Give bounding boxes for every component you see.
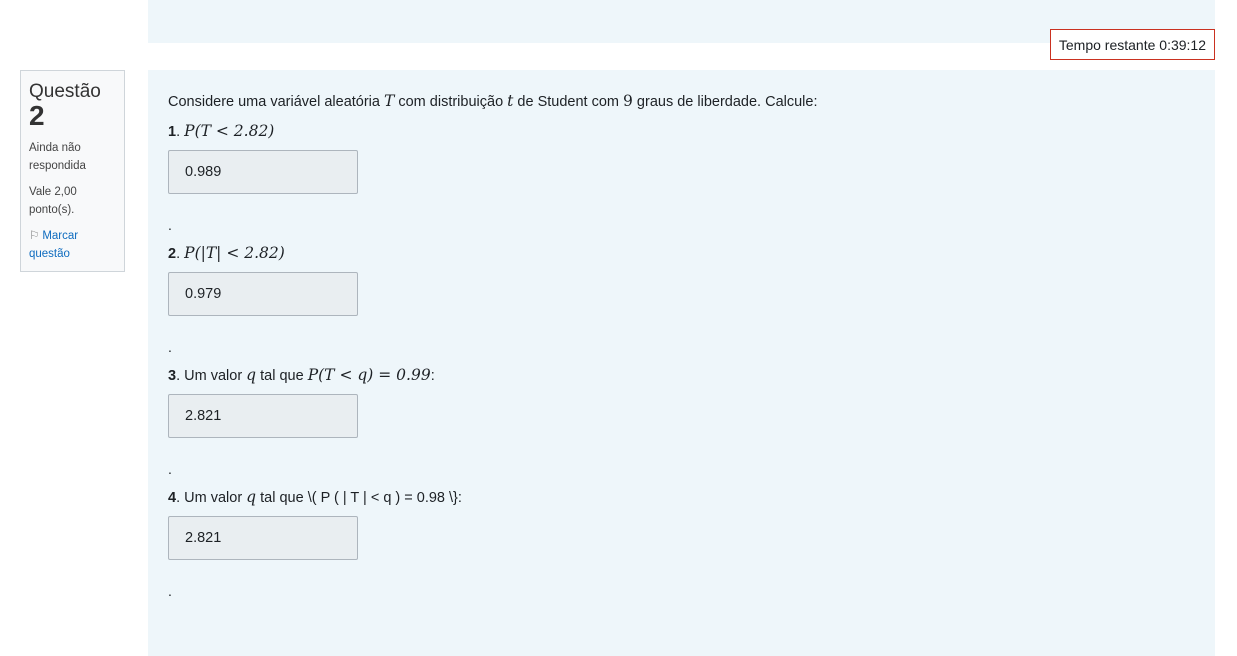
separator: . xyxy=(176,246,185,262)
answer-field-3[interactable]: 2.821 xyxy=(168,394,358,438)
intro-degrees: 9 xyxy=(623,92,633,110)
subquestion-1: 1. P(T < 2.82) xyxy=(168,121,274,142)
answer-field-1[interactable]: 0.989 xyxy=(168,150,358,194)
period: . xyxy=(168,461,172,477)
variable-q: q xyxy=(246,366,257,384)
period: . xyxy=(168,217,172,233)
subquestion-expression: P(T < q) = 0.99 xyxy=(307,366,431,384)
subquestion-number: 2 xyxy=(168,246,177,262)
separator: . Um valor xyxy=(176,490,247,506)
subquestion-text: : xyxy=(430,368,435,384)
intro-variable: T xyxy=(384,92,395,110)
subquestion-number: 1 xyxy=(168,124,177,140)
question-info-panel: Questão 2 Ainda não respondida Vale 2,00… xyxy=(20,70,125,272)
intro-text: de Student com xyxy=(513,94,624,110)
period: . xyxy=(168,583,172,599)
question-intro: Considere uma variável aleatória T com d… xyxy=(168,91,818,112)
subquestion-expression: P(T < 2.82) xyxy=(184,122,275,140)
subquestion-3: 3. Um valor q tal que P(T < q) = 0.99: xyxy=(168,365,435,386)
subquestion-number: 3 xyxy=(168,368,177,384)
time-remaining: Tempo restante 0:39:12 xyxy=(1049,29,1215,60)
question-number: 2 xyxy=(29,100,45,131)
separator: . xyxy=(176,124,185,140)
subquestion-4: 4. Um valor q tal que \( P ( | T | < q )… xyxy=(168,487,462,508)
subquestion-text: tal que \( P ( | T | < q ) = 0.98 \}: xyxy=(256,490,462,506)
question-grade: Vale 2,00 ponto(s). xyxy=(29,186,77,216)
separator: . Um valor xyxy=(176,368,247,384)
question-status: Ainda não respondida xyxy=(29,142,86,172)
intro-text: graus de liberdade. Calcule: xyxy=(632,94,818,110)
answer-field-4[interactable]: 2.821 xyxy=(168,516,358,560)
variable-q: q xyxy=(246,488,257,506)
intro-text: com distribuição xyxy=(394,94,508,110)
flag-question-link[interactable]: ⚐ Marcar questão xyxy=(29,227,116,263)
subquestion-2: 2. P(|T| < 2.82) xyxy=(168,243,285,264)
subquestion-number: 4 xyxy=(168,490,177,506)
subquestion-text: tal que xyxy=(256,368,308,384)
period: . xyxy=(168,339,172,355)
subquestion-expression: P(|T| < 2.82) xyxy=(184,244,285,262)
flag-icon: ⚐ xyxy=(29,230,40,242)
intro-text: Considere uma variável aleatória xyxy=(168,94,384,110)
question-content: Considere uma variável aleatória T com d… xyxy=(148,70,1215,656)
answer-field-2[interactable]: 0.979 xyxy=(168,272,358,316)
